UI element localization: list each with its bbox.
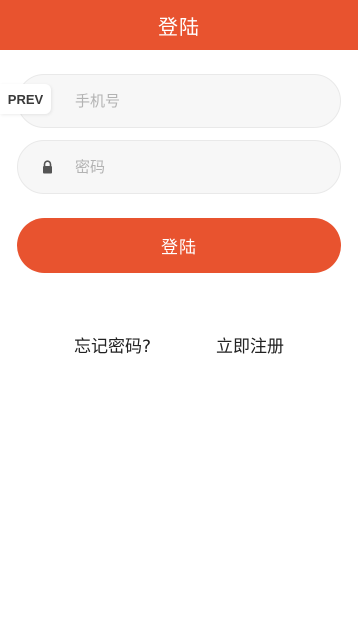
register-link[interactable]: 立即注册 (216, 332, 284, 357)
page-title: 登陆 (158, 14, 200, 39)
login-button[interactable]: 登陆 (17, 218, 341, 273)
phone-field[interactable] (17, 74, 341, 128)
password-input[interactable] (75, 141, 325, 193)
password-field[interactable] (17, 140, 341, 194)
lock-icon (43, 160, 52, 174)
app-header: 登陆 (0, 0, 358, 50)
forgot-password-link[interactable]: 忘记密码? (74, 332, 151, 357)
prev-button[interactable]: PREV (0, 84, 51, 114)
phone-input[interactable] (75, 75, 325, 127)
